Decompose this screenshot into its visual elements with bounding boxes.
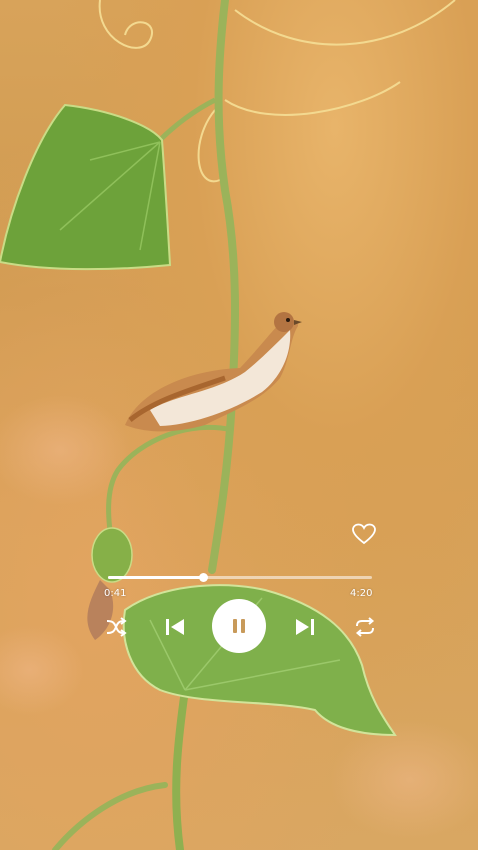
play-pause-button[interactable] [212,599,266,653]
previous-icon [166,619,184,635]
video-background: 0:41 4:20 [0,0,478,850]
repeat-button[interactable] [352,614,378,640]
next-track-button[interactable] [292,614,318,640]
shuffle-button[interactable] [104,615,128,639]
seek-bar-thumb[interactable] [199,573,209,582]
heart-icon [352,523,376,545]
shuffle-icon [106,617,127,637]
elapsed-time: 0:41 [104,588,127,599]
next-icon [296,619,314,635]
nature-scene [0,0,478,850]
total-duration: 4:20 [350,588,373,599]
repeat-icon [355,617,375,637]
seek-bar-fill [108,576,204,579]
seek-bar[interactable] [108,573,372,582]
pause-icon [233,619,245,633]
previous-track-button[interactable] [162,614,188,640]
like-button[interactable] [352,523,376,545]
